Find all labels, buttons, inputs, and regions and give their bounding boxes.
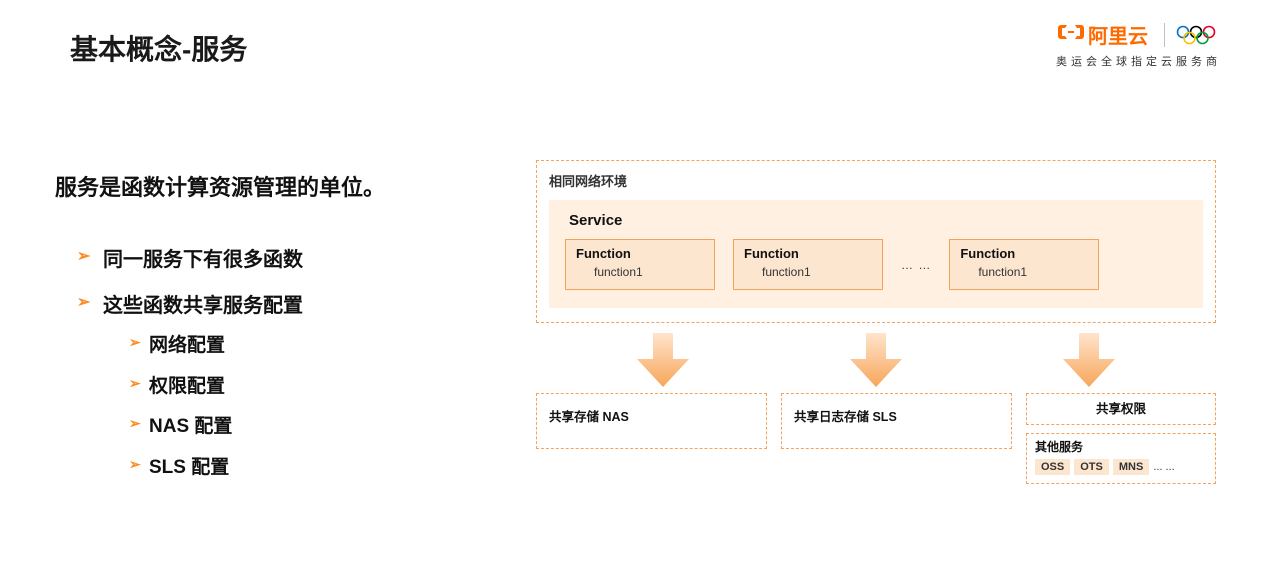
slide-title: 基本概念-服务 <box>70 28 247 68</box>
sub-bullet-list: 网络配置 权限配置 NAS 配置 SLS 配置 <box>103 332 475 482</box>
function-label: Function <box>576 246 704 261</box>
shared-sls-label: 共享日志存储 SLS <box>794 410 897 424</box>
function-ellipsis: … … <box>901 258 931 272</box>
service-box: Service Function function1 Function func… <box>549 200 1203 308</box>
brand-block: 阿里云 奥运会全球指定云服务商 <box>1056 20 1221 69</box>
arrow-row <box>536 329 1216 391</box>
service-ellipsis: ... ... <box>1153 461 1174 473</box>
left-column: 服务是函数计算资源管理的单位。 同一服务下有很多函数 这些函数共享服务配置 网络… <box>55 170 475 496</box>
sub-bullet-item: 权限配置 <box>103 373 475 402</box>
brand-tagline: 奥运会全球指定云服务商 <box>1056 53 1221 69</box>
function-label: Function <box>960 246 1088 261</box>
shared-nas-box: 共享存储 NAS <box>536 393 767 449</box>
service-chip: OTS <box>1074 459 1109 475</box>
shared-nas-label: 共享存储 NAS <box>549 410 629 424</box>
shared-permission-label: 共享权限 <box>1096 402 1146 416</box>
intro-text: 服务是函数计算资源管理的单位。 <box>55 170 475 202</box>
function-label: Function <box>744 246 872 261</box>
network-env-box: 相同网络环境 Service Function function1 Functi… <box>536 160 1216 323</box>
function-row: Function function1 Function function1 … … <box>565 239 1187 290</box>
shared-permission-box: 共享权限 <box>1026 393 1216 425</box>
bullet-item: 这些函数共享服务配置 网络配置 权限配置 NAS 配置 SLS 配置 <box>55 290 475 482</box>
function-name: function1 <box>978 265 1088 279</box>
function-box: Function function1 <box>565 239 715 290</box>
function-name: function1 <box>594 265 704 279</box>
network-env-label: 相同网络环境 <box>549 171 1203 190</box>
service-title: Service <box>569 212 1187 229</box>
shared-sls-box: 共享日志存储 SLS <box>781 393 1012 449</box>
other-services-title: 其他服务 <box>1035 438 1207 455</box>
arrow-down-icon <box>631 329 695 391</box>
arrow-down-icon <box>844 329 908 391</box>
bullet-text: 这些函数共享服务配置 <box>103 295 303 317</box>
function-name: function1 <box>762 265 872 279</box>
other-services-box: 其他服务 OSS OTS MNS ... ... <box>1026 433 1216 484</box>
sub-bullet-item: 网络配置 <box>103 332 475 361</box>
arrow-down-icon <box>1057 329 1121 391</box>
service-chip: OSS <box>1035 459 1070 475</box>
bullet-text: 同一服务下有很多函数 <box>103 249 303 271</box>
brand-divider <box>1164 23 1165 47</box>
bullet-item: 同一服务下有很多函数 <box>55 244 475 276</box>
other-services-chips: OSS OTS MNS ... ... <box>1035 459 1207 475</box>
function-box: Function function1 <box>949 239 1099 290</box>
function-box: Function function1 <box>733 239 883 290</box>
sub-bullet-item: NAS 配置 <box>103 413 475 442</box>
service-chip: MNS <box>1113 459 1149 475</box>
aliyun-bracket-icon <box>1058 21 1084 49</box>
shared-row: 共享存储 NAS 共享日志存储 SLS 共享权限 其他服务 OSS OTS MN… <box>536 393 1216 484</box>
olympic-rings-icon <box>1175 24 1221 46</box>
permission-stack: 共享权限 其他服务 OSS OTS MNS ... ... <box>1026 393 1216 484</box>
bullet-list: 同一服务下有很多函数 这些函数共享服务配置 网络配置 权限配置 NAS 配置 S… <box>55 244 475 482</box>
sub-bullet-item: SLS 配置 <box>103 454 475 483</box>
brand-row: 阿里云 <box>1056 20 1221 49</box>
brand-name: 阿里云 <box>1088 20 1148 49</box>
architecture-diagram: 相同网络环境 Service Function function1 Functi… <box>536 160 1216 484</box>
